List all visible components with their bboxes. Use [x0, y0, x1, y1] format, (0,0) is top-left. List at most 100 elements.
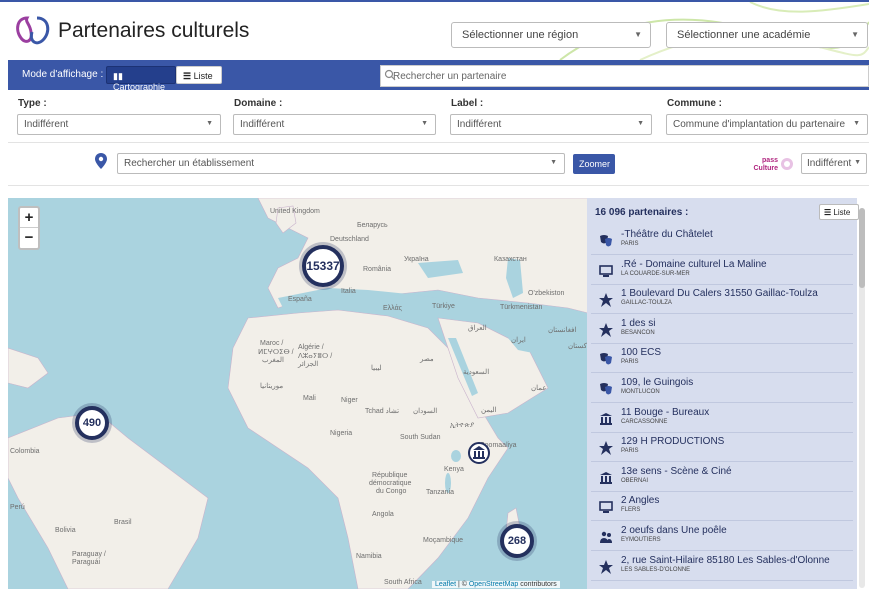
map-label: افغانستان	[548, 327, 577, 334]
liste-button[interactable]: ☰ Liste	[176, 66, 222, 84]
label-select-value: Indifférent	[457, 119, 502, 130]
map-label: السعودية	[463, 369, 490, 376]
map-label: Україна	[404, 256, 429, 263]
star-burst-icon	[599, 441, 613, 456]
scrollbar-thumb[interactable]	[859, 208, 865, 288]
map-label: Беларусь	[357, 222, 388, 229]
star-burst-icon	[599, 322, 613, 337]
etablissement-search-select[interactable]: Rechercher un établissement ▼	[117, 153, 565, 174]
partner-name: 1 des si	[621, 317, 656, 329]
panel-liste-label: Liste	[833, 208, 851, 217]
attribution-separator: | ©	[456, 581, 469, 588]
partner-list-item[interactable]: 100 ECS PARIS	[591, 344, 853, 374]
map-label: ኢትዮጵያ	[450, 422, 475, 429]
region-select[interactable]: Sélectionner une région ▼	[451, 22, 651, 48]
partner-list-item[interactable]: 1 des si BESANCON	[591, 315, 853, 344]
commune-select[interactable]: Commune d'implantation du partenaire ▼	[666, 114, 868, 135]
map-label: Algérie /	[298, 344, 324, 351]
type-select-value: Indifférent	[24, 119, 69, 130]
museum-map-marker[interactable]	[468, 442, 490, 464]
leaflet-link[interactable]: Leaflet	[435, 581, 456, 588]
map-label: Tchad تشاد	[365, 408, 400, 415]
cartographie-label: Cartographie	[113, 82, 166, 92]
partner-list-item[interactable]: 2 Angles FLERS	[591, 492, 853, 522]
map-label: Moçambique	[423, 537, 464, 544]
display-mode-bar: Mode d'affichage : ▮▮ Cartographie ☰ Lis…	[8, 60, 869, 92]
map-label: مصر	[420, 356, 434, 363]
zoom-in-button[interactable]: +	[20, 208, 38, 228]
partner-list-item[interactable]: 109, le Guingois MONTLUCON	[591, 374, 853, 403]
map-attribution: Leaflet | © OpenStreetMap contributors	[432, 581, 560, 588]
cartographie-button[interactable]: ▮▮ Cartographie	[106, 66, 176, 92]
partner-list-item[interactable]: 2 oeufs dans Une poêle EYMOUTIERS	[591, 522, 853, 551]
map-label: الجزائر	[298, 361, 319, 368]
map-label: Tanzania	[426, 489, 455, 496]
map-label: République	[372, 472, 408, 479]
star-burst-icon	[599, 293, 613, 308]
partner-city: PARIS	[621, 241, 639, 247]
partner-search-placeholder: Rechercher un partenaire	[393, 71, 507, 82]
map-cluster-marker[interactable]: 490	[75, 406, 109, 440]
map-label: du Congo	[376, 488, 407, 495]
svg-text:Culture: Culture	[754, 165, 779, 172]
map-label: موريتانيا	[260, 383, 284, 390]
partner-search-input[interactable]: Rechercher un partenaire	[380, 65, 869, 87]
map-label: España	[288, 296, 312, 303]
map-icon: ▮▮	[113, 71, 123, 81]
svg-text:pass: pass	[762, 157, 778, 164]
partner-name: 11 Bouge - Bureaux	[621, 406, 710, 418]
location-pin-icon	[95, 153, 107, 169]
partner-list-item[interactable]: 2, rue Saint-Hilaire 85180 Les Sables-d'…	[591, 552, 853, 581]
partner-list-item[interactable]: 11 Bouge - Bureaux CARCASSONNE	[591, 404, 853, 433]
star-burst-icon	[599, 559, 613, 574]
display-mode-label: Mode d'affichage :	[22, 69, 104, 80]
app-logo-icon[interactable]	[13, 14, 53, 46]
pass-culture-logo: pass Culture	[754, 157, 793, 172]
map-label: Deutschland	[330, 236, 369, 243]
museum-icon	[599, 412, 613, 426]
domaine-select[interactable]: Indifférent ▼	[233, 114, 436, 135]
partner-list-item[interactable]: 129 H PRODUCTIONS PARIS	[591, 433, 853, 463]
divider	[8, 185, 869, 186]
chevron-down-icon: ▼	[206, 120, 213, 127]
map-label: România	[363, 266, 392, 273]
partner-name: .Ré - Domaine culturel La Maline	[621, 258, 767, 270]
academie-select[interactable]: Sélectionner une académie ▼	[666, 22, 868, 48]
partner-name: -Théâtre du Châtelet	[621, 229, 713, 240]
map-label: Bolivia	[55, 527, 76, 534]
type-select[interactable]: Indifférent ▼	[17, 114, 221, 135]
domaine-select-value: Indifférent	[240, 119, 285, 130]
partner-count: 16 096 partenaires :	[595, 207, 689, 218]
list-icon: ☰	[183, 71, 194, 81]
partner-city: EYMOUTIERS	[621, 537, 661, 543]
filter-domaine-label: Domaine :	[234, 98, 283, 109]
partner-list-item[interactable]: .Ré - Domaine culturel La Maline LA COUAR…	[591, 256, 853, 285]
map-label: العراق	[468, 325, 487, 332]
zoom-out-button[interactable]: −	[20, 228, 38, 248]
pass-culture-select[interactable]: Indifférent ▼	[801, 153, 867, 174]
theater-masks-icon	[599, 352, 613, 366]
partner-list-item[interactable]: 1 Boulevard Du Calers 31550 Gaillac-Toul…	[591, 285, 853, 315]
map-label: Angola	[372, 511, 394, 518]
map-cluster-marker[interactable]: 15337	[302, 245, 344, 287]
zoomer-button[interactable]: Zoomer	[573, 154, 615, 174]
partner-name: 2, rue Saint-Hilaire 85180 Les Sables-d'…	[621, 554, 830, 566]
partner-list-item[interactable]: 13e sens - Scène & Ciné OBERNAI	[591, 463, 853, 492]
map-cluster-marker[interactable]: 268	[500, 524, 534, 558]
theater-masks-icon	[599, 234, 613, 248]
pass-culture-select-value: Indifférent	[807, 158, 852, 169]
map-zoom-control: + −	[18, 206, 40, 250]
panel-liste-button[interactable]: ☰ Liste	[819, 204, 859, 220]
map-label: Brasil	[114, 519, 132, 526]
partner-list-item[interactable]: -Théâtre du Châtelet PARIS	[591, 226, 853, 255]
region-select-label: Sélectionner une région	[462, 29, 579, 41]
map-label: المغرب	[262, 357, 284, 364]
map-label: démocratique	[369, 480, 412, 487]
openstreetmap-link[interactable]: OpenStreetMap	[469, 581, 518, 588]
chevron-down-icon: ▼	[550, 159, 557, 166]
museum-icon	[473, 446, 485, 459]
liste-label: Liste	[193, 71, 213, 81]
label-select[interactable]: Indifférent ▼	[450, 114, 652, 135]
divider	[8, 142, 869, 143]
map-label: Paraguái	[72, 559, 101, 566]
